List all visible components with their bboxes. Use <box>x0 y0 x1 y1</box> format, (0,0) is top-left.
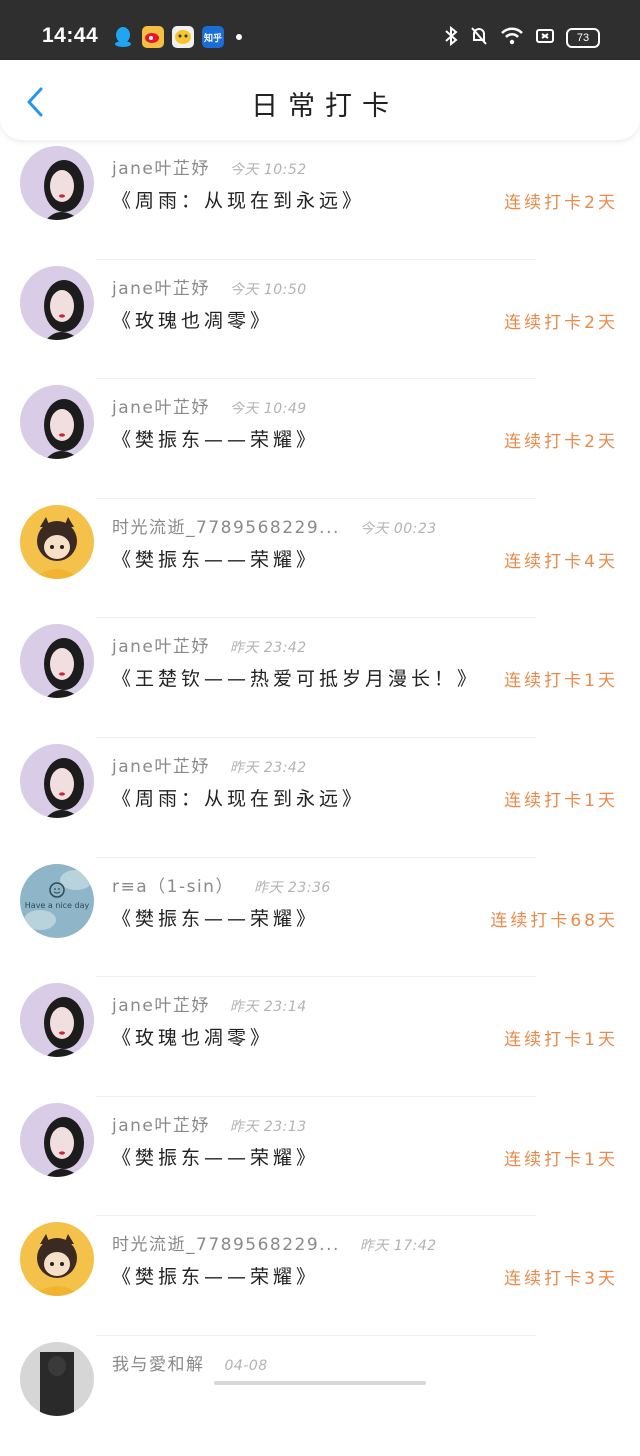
streak-label: 连续打卡2天 <box>504 312 618 333</box>
song-title: 《樊振东——荣耀》 <box>112 907 320 930</box>
home-indicator[interactable] <box>214 1381 426 1385</box>
girl-avatar[interactable] <box>20 146 94 220</box>
checkin-time: 昨天 23:14 <box>229 999 307 1016</box>
checkin-item[interactable]: 时光流逝_7789568229... 今天 00:23 《樊振东——荣耀》 连续打… <box>0 499 640 619</box>
wifi-icon <box>500 27 524 49</box>
battery-level: 73 <box>566 28 600 48</box>
song-title: 《樊振东——荣耀》 <box>112 548 320 571</box>
checkin-item[interactable]: jane叶芷妤 昨天 23:42 《周雨：从现在到永远》 连续打卡1天 <box>0 738 640 858</box>
song-title: 《樊振东——荣耀》 <box>112 1146 320 1169</box>
status-bar: 14:44 知乎 73 <box>0 0 640 60</box>
username[interactable]: 我与愛和解 <box>112 1350 205 1375</box>
girl-avatar[interactable] <box>20 983 94 1058</box>
taobao-icon <box>172 26 194 48</box>
username[interactable]: jane叶芷妤 <box>112 154 210 179</box>
girl-avatar[interactable] <box>20 624 94 699</box>
checkin-item[interactable]: jane叶芷妤 今天 10:49 《樊振东——荣耀》 连续打卡2天 <box>0 379 640 499</box>
song-title: 《樊振东——荣耀》 <box>112 429 320 452</box>
checkin-item[interactable]: jane叶芷妤 今天 10:52 《周雨：从现在到永远》 连续打卡2天 <box>0 140 640 260</box>
checkin-time: 今天 10:50 <box>229 281 307 298</box>
checkin-time: 04-08 <box>224 1357 268 1374</box>
checkin-item[interactable]: jane叶芷妤 今天 10:50 《玫瑰也凋零》 连续打卡2天 <box>0 260 640 380</box>
page-header: 日常打卡 <box>0 60 640 140</box>
girl-avatar[interactable] <box>20 1102 94 1177</box>
username[interactable]: r≡a（1-sin） <box>112 872 234 897</box>
checkin-time: 昨天 23:42 <box>229 759 307 776</box>
checkin-item[interactable]: Have a nice day r≡a（1-sin） 昨天 23:36 《樊振东—… <box>0 858 640 978</box>
streak-label: 连续打卡68天 <box>490 910 618 931</box>
svg-text:Have a nice day: Have a nice day <box>25 901 90 910</box>
song-title: 《樊振东——荣耀》 <box>112 1266 320 1289</box>
streak-label: 连续打卡1天 <box>504 1149 618 1170</box>
page-title: 日常打卡 <box>251 91 399 122</box>
checkin-time: 昨天 17:42 <box>359 1238 437 1255</box>
song-title: 《周雨：从现在到永远》 <box>112 190 366 212</box>
checkin-time: 昨天 23:42 <box>229 640 307 657</box>
checkin-time: 昨天 23:13 <box>229 1118 307 1135</box>
anime-avatar[interactable] <box>20 504 94 579</box>
username[interactable]: jane叶芷妤 <box>112 393 210 418</box>
username[interactable]: jane叶芷妤 <box>112 752 210 777</box>
sim-icon <box>536 28 554 48</box>
streak-label: 连续打卡3天 <box>504 1269 618 1290</box>
checkin-time: 今天 10:52 <box>229 162 307 178</box>
checkin-time: 今天 10:49 <box>229 401 307 418</box>
username[interactable]: jane叶芷妤 <box>112 274 210 299</box>
bluetooth-icon <box>444 25 458 50</box>
streak-label: 连续打卡2天 <box>504 193 618 213</box>
checkin-item[interactable]: jane叶芷妤 昨天 23:14 《玫瑰也凋零》 连续打卡1天 <box>0 977 640 1097</box>
weibo-icon <box>142 26 164 48</box>
dark-photo-avatar[interactable] <box>20 1341 94 1416</box>
username[interactable]: 时光流逝_7789568229... <box>112 513 340 538</box>
song-title: 《王楚钦——热爱可抵岁月漫长！》 <box>112 668 481 691</box>
username[interactable]: 时光流逝_7789568229... <box>112 1230 340 1255</box>
streak-label: 连续打卡1天 <box>504 790 618 811</box>
streak-label: 连续打卡2天 <box>504 432 618 453</box>
checkin-list[interactable]: jane叶芷妤 今天 10:52 《周雨：从现在到永远》 连续打卡2天 jane叶… <box>0 140 640 1456</box>
system-icons: 73 <box>444 25 600 50</box>
checkin-time: 今天 00:23 <box>359 520 437 537</box>
girl-avatar[interactable] <box>20 743 94 818</box>
checkin-item[interactable]: jane叶芷妤 昨天 23:13 《樊振东——荣耀》 连续打卡1天 <box>0 1097 640 1217</box>
girl-avatar[interactable] <box>20 385 94 460</box>
anime-avatar[interactable] <box>20 1222 94 1297</box>
girl-avatar[interactable] <box>20 265 94 340</box>
streak-label: 连续打卡1天 <box>504 1030 618 1051</box>
more-notifications-dot <box>236 34 242 40</box>
checkin-time: 昨天 23:36 <box>253 879 331 896</box>
streak-label: 连续打卡4天 <box>504 551 618 572</box>
username[interactable]: jane叶芷妤 <box>112 632 210 657</box>
notification-icons: 知乎 <box>112 26 242 48</box>
status-time: 14:44 <box>42 24 99 47</box>
song-title: 《周雨：从现在到永远》 <box>112 787 366 810</box>
username[interactable]: jane叶芷妤 <box>112 991 210 1016</box>
zhihu-icon: 知乎 <box>202 26 224 48</box>
song-title: 《玫瑰也凋零》 <box>112 1027 274 1050</box>
qq-icon <box>112 26 134 48</box>
username[interactable]: jane叶芷妤 <box>112 1111 210 1136</box>
checkin-item[interactable]: 我与愛和解 04-08 <box>0 1336 640 1456</box>
mute-bell-icon <box>470 26 488 50</box>
streak-label: 连续打卡1天 <box>504 671 618 692</box>
song-title: 《玫瑰也凋零》 <box>112 309 274 332</box>
checkin-item[interactable]: jane叶芷妤 昨天 23:42 《王楚钦——热爱可抵岁月漫长！》 连续打卡1天 <box>0 618 640 738</box>
nice-day-avatar[interactable]: Have a nice day <box>20 863 94 938</box>
checkin-item[interactable]: 时光流逝_7789568229... 昨天 17:42 《樊振东——荣耀》 连续打… <box>0 1216 640 1336</box>
